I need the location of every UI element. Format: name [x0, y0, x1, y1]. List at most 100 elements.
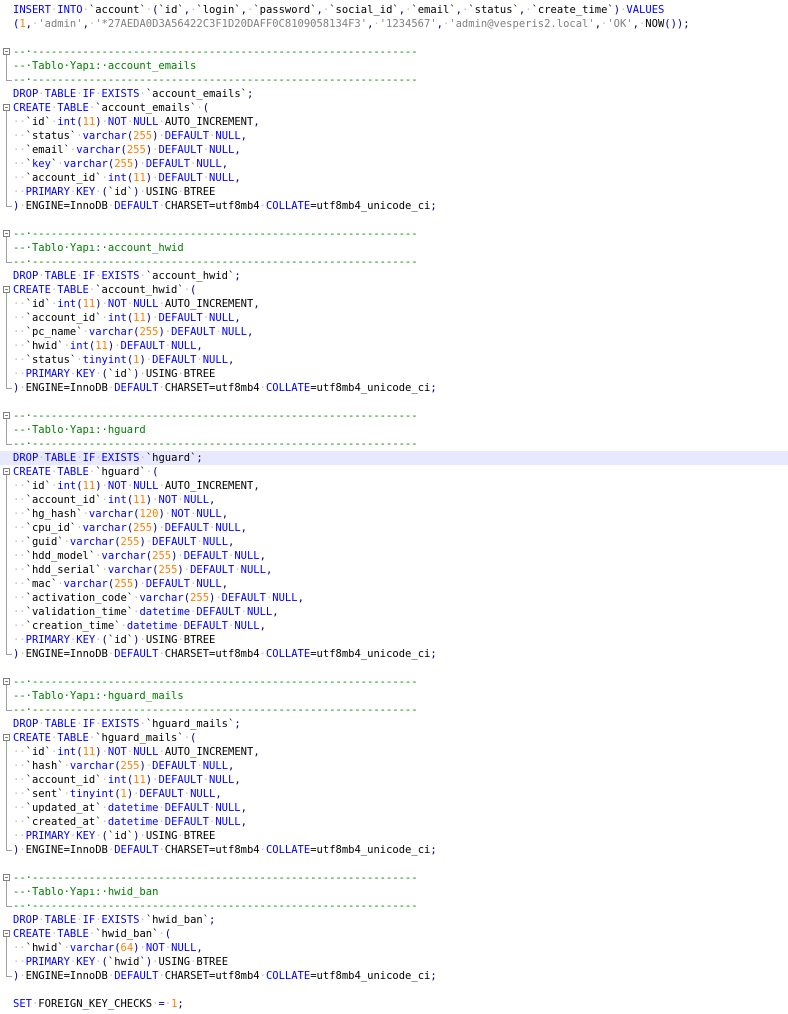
code-line[interactable]: CREATE·TABLE·`hguard`·(: [0, 465, 788, 479]
code-line[interactable]: [0, 661, 788, 675]
code-text: ··`hdd_serial`·varchar(255)·DEFAULT·NULL…: [13, 563, 272, 577]
code-line[interactable]: SET·FOREIGN_KEY_CHECKS·=·1;: [0, 997, 788, 1011]
code-line[interactable]: (1,·'admin',·'*27AEDA0D3A56422C3F1D20DAF…: [0, 17, 788, 31]
fold-toggle-icon[interactable]: [3, 412, 10, 419]
code-line[interactable]: ··`hwid`·int(11)·DEFAULT·NULL,: [0, 339, 788, 353]
code-line[interactable]: [0, 857, 788, 871]
code-line[interactable]: )·ENGINE=InnoDB·DEFAULT·CHARSET=utf8mb4·…: [0, 843, 788, 857]
code-line[interactable]: --·Tablo·Yapı:·hwid_ban: [0, 885, 788, 899]
code-line[interactable]: )·ENGINE=InnoDB·DEFAULT·CHARSET=utf8mb4·…: [0, 969, 788, 983]
code-line[interactable]: ··`cpu_id`·varchar(255)·DEFAULT·NULL,: [0, 521, 788, 535]
code-line[interactable]: DROP·TABLE·IF·EXISTS·`hguard_mails`;: [0, 717, 788, 731]
code-line[interactable]: --·-------------------------------------…: [0, 73, 788, 87]
code-line[interactable]: CREATE·TABLE·`account_hwid`·(: [0, 283, 788, 297]
code-line[interactable]: INSERT·INTO·`account`·(`id`,·`login`,·`p…: [0, 3, 788, 17]
fold-toggle-icon[interactable]: [3, 230, 10, 237]
code-line[interactable]: --·-------------------------------------…: [0, 703, 788, 717]
code-line[interactable]: ··`id`·int(11)·NOT·NULL·AUTO_INCREMENT,: [0, 479, 788, 493]
code-line[interactable]: ··`activation_code`·varchar(255)·DEFAULT…: [0, 591, 788, 605]
code-line[interactable]: ··`hg_hash`·varchar(120)·NOT·NULL,: [0, 507, 788, 521]
code-token: KEY: [76, 186, 96, 198]
code-line[interactable]: )·ENGINE=InnoDB·DEFAULT·CHARSET=utf8mb4·…: [0, 199, 788, 213]
code-line[interactable]: ··`key`·varchar(255)·DEFAULT·NULL,: [0, 157, 788, 171]
code-line[interactable]: ··`status`·tinyint(1)·DEFAULT·NULL,: [0, 353, 788, 367]
code-line[interactable]: ··`hwid`·varchar(64)·NOT·NULL,: [0, 941, 788, 955]
code-line[interactable]: ··`mac`·varchar(255)·DEFAULT·NULL,: [0, 577, 788, 591]
code-line[interactable]: CREATE·TABLE·`hwid_ban`·(: [0, 927, 788, 941]
code-line[interactable]: --·-------------------------------------…: [0, 871, 788, 885]
fold-toggle-icon[interactable]: [3, 930, 10, 937]
code-line[interactable]: --·-------------------------------------…: [0, 675, 788, 689]
code-token: 11: [133, 774, 146, 786]
code-line[interactable]: ··PRIMARY·KEY·(`id`)·USING·BTREE: [0, 185, 788, 199]
code-line[interactable]: DROP·TABLE·IF·EXISTS·`hguard`;: [0, 451, 788, 465]
fold-gutter: [0, 507, 13, 521]
code-line[interactable]: CREATE·TABLE·`account_emails`·(: [0, 101, 788, 115]
code-line[interactable]: ··`creation_time`·datetime·DEFAULT·NULL,: [0, 619, 788, 633]
code-line[interactable]: --·-------------------------------------…: [0, 409, 788, 423]
code-line[interactable]: --·Tablo·Yapı:·hguard_mails: [0, 689, 788, 703]
code-line[interactable]: ··`validation_time`·datetime·DEFAULT·NUL…: [0, 605, 788, 619]
code-line[interactable]: ··`account_id`·int(11)·DEFAULT·NULL,: [0, 311, 788, 325]
code-line[interactable]: ··`account_id`·int(11)·DEFAULT·NULL,: [0, 171, 788, 185]
fold-toggle-icon[interactable]: [3, 678, 10, 685]
code-line[interactable]: ··`hdd_model`·varchar(255)·DEFAULT·NULL,: [0, 549, 788, 563]
code-line[interactable]: ··`hdd_serial`·varchar(255)·DEFAULT·NULL…: [0, 563, 788, 577]
code-token: ··: [13, 802, 26, 814]
code-line[interactable]: ··`id`·int(11)·NOT·NULL·AUTO_INCREMENT,: [0, 115, 788, 129]
code-line[interactable]: --·-------------------------------------…: [0, 45, 788, 59]
code-line[interactable]: ··`pc_name`·varchar(255)·DEFAULT·NULL,: [0, 325, 788, 339]
code-line[interactable]: [0, 983, 788, 997]
fold-gutter: [0, 437, 13, 451]
code-line[interactable]: ··PRIMARY·KEY·(`hwid`)·USING·BTREE: [0, 955, 788, 969]
code-token: `pc_name`: [25, 326, 83, 338]
code-line[interactable]: ··PRIMARY·KEY·(`id`)·USING·BTREE: [0, 829, 788, 843]
code-line[interactable]: --·-------------------------------------…: [0, 227, 788, 241]
code-line[interactable]: [0, 31, 788, 45]
code-token: CREATE: [13, 284, 51, 296]
fold-toggle-icon[interactable]: [3, 734, 10, 741]
code-line[interactable]: --·Tablo·Yapı:·account_emails: [0, 59, 788, 73]
code-line[interactable]: )·ENGINE=InnoDB·DEFAULT·CHARSET=utf8mb4·…: [0, 381, 788, 395]
code-line[interactable]: ··`account_id`·int(11)·NOT·NULL,: [0, 493, 788, 507]
code-line[interactable]: --·-------------------------------------…: [0, 899, 788, 913]
code-text: ··`updated_at`·datetime·DEFAULT·NULL,: [13, 801, 247, 815]
code-line[interactable]: ··`hash`·varchar(255)·DEFAULT·NULL,: [0, 759, 788, 773]
code-line[interactable]: DROP·TABLE·IF·EXISTS·`account_hwid`;: [0, 269, 788, 283]
code-token: `hg_hash`: [25, 508, 83, 520]
code-token: ,: [247, 326, 254, 338]
code-line[interactable]: ··PRIMARY·KEY·(`id`)·USING·BTREE: [0, 633, 788, 647]
code-line[interactable]: ··`id`·int(11)·NOT·NULL·AUTO_INCREMENT,: [0, 297, 788, 311]
code-line[interactable]: CREATE·TABLE·`hguard_mails`·(: [0, 731, 788, 745]
code-token: ··: [13, 326, 26, 338]
code-line[interactable]: ··`updated_at`·datetime·DEFAULT·NULL,: [0, 801, 788, 815]
code-line[interactable]: ··PRIMARY·KEY·(`id`)·USING·BTREE: [0, 367, 788, 381]
code-line[interactable]: --·-------------------------------------…: [0, 255, 788, 269]
code-line[interactable]: --·Tablo·Yapı:·hguard: [0, 423, 788, 437]
code-line[interactable]: ··`guid`·varchar(255)·DEFAULT·NULL,: [0, 535, 788, 549]
code-token: `email`: [411, 4, 456, 16]
fold-gutter: [0, 955, 13, 969]
code-line[interactable]: ··`sent`·tinyint(1)·DEFAULT·NULL,: [0, 787, 788, 801]
code-line[interactable]: DROP·TABLE·IF·EXISTS·`account_emails`;: [0, 87, 788, 101]
code-line[interactable]: ··`created_at`·datetime·DEFAULT·NULL,: [0, 815, 788, 829]
code-line[interactable]: --·-------------------------------------…: [0, 437, 788, 451]
code-line[interactable]: --·Tablo·Yapı:·account_hwid: [0, 241, 788, 255]
code-line[interactable]: [0, 395, 788, 409]
code-token: USING: [158, 956, 191, 968]
fold-toggle-icon[interactable]: [3, 468, 10, 475]
code-line[interactable]: [0, 213, 788, 227]
code-line[interactable]: ··`account_id`·int(11)·DEFAULT·NULL,: [0, 773, 788, 787]
code-line[interactable]: ··`id`·int(11)·NOT·NULL·AUTO_INCREMENT,: [0, 745, 788, 759]
code-token: ··: [13, 550, 26, 562]
code-line[interactable]: ··`status`·varchar(255)·DEFAULT·NULL,: [0, 129, 788, 143]
code-line[interactable]: )·ENGINE=InnoDB·DEFAULT·CHARSET=utf8mb4·…: [0, 647, 788, 661]
code-line[interactable]: ··`email`·varchar(255)·DEFAULT·NULL,: [0, 143, 788, 157]
fold-toggle-icon[interactable]: [3, 874, 10, 881]
code-editor[interactable]: INSERT·INTO·`account`·(`id`,·`login`,·`p…: [0, 0, 788, 1014]
fold-gutter: [0, 801, 13, 815]
code-line[interactable]: DROP·TABLE·IF·EXISTS·`hwid_ban`;: [0, 913, 788, 927]
fold-toggle-icon[interactable]: [3, 104, 10, 111]
fold-toggle-icon[interactable]: [3, 48, 10, 55]
fold-toggle-icon[interactable]: [3, 286, 10, 293]
